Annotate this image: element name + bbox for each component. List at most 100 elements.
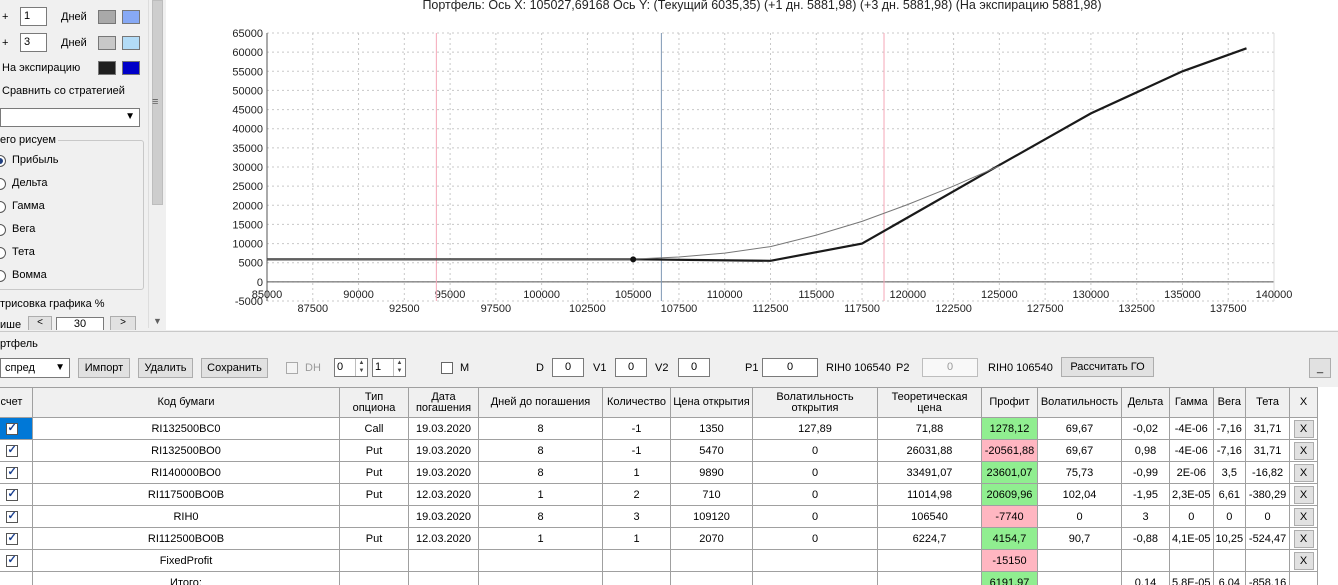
theoretical-price-cell[interactable]: 106540 (877, 505, 982, 528)
column-header[interactable]: Волатильность открытия (752, 387, 878, 418)
expiry-date-cell[interactable]: 19.03.2020 (408, 417, 479, 440)
profit-cell[interactable]: 6191,97 (981, 571, 1038, 585)
option-type-cell[interactable]: Put (339, 483, 409, 506)
volatility-cell[interactable]: 0 (1037, 505, 1122, 528)
column-header[interactable]: Код бумаги (32, 387, 340, 418)
gamma-cell[interactable]: -4E-06 (1169, 439, 1214, 462)
theoretical-price-cell[interactable]: 71,88 (877, 417, 982, 440)
vega-cell[interactable] (1212, 549, 1247, 572)
include-checkbox[interactable] (5, 487, 18, 501)
line-color-swatch[interactable] (98, 36, 116, 50)
open-price-cell[interactable]: 9890 (670, 461, 753, 484)
vega-cell[interactable]: 6,04 (1212, 571, 1247, 585)
theoretical-price-cell[interactable] (877, 571, 982, 585)
theoretical-price-cell[interactable]: 26031,88 (877, 439, 982, 462)
column-header[interactable]: Тета (1245, 387, 1291, 418)
profit-cell[interactable]: -7740 (981, 505, 1038, 528)
column-header[interactable]: Теоретическая цена (877, 387, 982, 418)
line-color-swatch[interactable] (98, 10, 116, 24)
gamma-cell[interactable] (1169, 549, 1214, 572)
volatility-cell[interactable]: 69,67 (1037, 417, 1122, 440)
spin-input-2[interactable]: 1 ▲ ▼ (372, 358, 406, 377)
theta-cell[interactable]: 31,71 (1245, 439, 1291, 462)
delta-cell[interactable]: -0,02 (1121, 417, 1170, 440)
quantity-cell[interactable] (602, 549, 671, 572)
v1-input[interactable]: 0 (615, 358, 647, 377)
quantity-cell[interactable]: -1 (602, 417, 671, 440)
volatility-cell[interactable]: 102,04 (1037, 483, 1122, 506)
include-checkbox[interactable] (5, 531, 18, 545)
expiry-date-cell[interactable]: 12.03.2020 (408, 527, 479, 550)
table-row[interactable]: RI112500BO0BPut12.03.202011207006224,741… (0, 527, 1319, 550)
open-volatility-cell[interactable]: 0 (752, 483, 878, 506)
column-header[interactable]: счет (0, 387, 33, 418)
dh-checkbox[interactable] (286, 362, 298, 374)
quantity-cell[interactable]: 1 (602, 461, 671, 484)
days-to-expiry-cell[interactable] (478, 549, 603, 572)
delete-row-button[interactable]: X (1293, 419, 1314, 438)
open-price-cell[interactable]: 1350 (670, 417, 753, 440)
table-row[interactable]: FixedProfit -15150 X (0, 549, 1319, 572)
profit-cell[interactable]: -15150 (981, 549, 1038, 572)
include-checkbox[interactable] (5, 421, 18, 435)
expiry-date-cell[interactable]: 19.03.2020 (408, 505, 479, 528)
table-row[interactable]: RI140000BO0Put19.03.2020819890033491,072… (0, 461, 1319, 484)
open-price-cell[interactable]: 109120 (670, 505, 753, 528)
expiry-fill-color-swatch[interactable] (122, 61, 140, 75)
quantity-cell[interactable]: -1 (602, 439, 671, 462)
open-price-cell[interactable] (670, 549, 753, 572)
open-volatility-cell[interactable]: 0 (752, 505, 878, 528)
minimize-button[interactable]: _ (1309, 358, 1331, 378)
column-header[interactable]: Цена открытия (670, 387, 753, 418)
theta-cell[interactable]: 0 (1245, 505, 1291, 528)
expiry-date-cell[interactable]: 12.03.2020 (408, 483, 479, 506)
delta-cell[interactable] (1121, 549, 1170, 572)
table-row[interactable]: RI117500BO0BPut12.03.202012710011014,982… (0, 483, 1319, 506)
gamma-cell[interactable]: 0 (1169, 505, 1214, 528)
theoretical-price-cell[interactable]: 6224,7 (877, 527, 982, 550)
open-volatility-cell[interactable] (752, 549, 878, 572)
calculate-margin-button[interactable]: Рассчитать ГО (1061, 357, 1154, 377)
column-header[interactable]: Тип опциона (339, 387, 409, 418)
delta-cell[interactable]: -0,99 (1121, 461, 1170, 484)
quantity-cell[interactable]: 2 (602, 483, 671, 506)
open-price-cell[interactable]: 2070 (670, 527, 753, 550)
strategy-select[interactable]: спред ▼ (0, 358, 70, 378)
vega-cell[interactable]: 3,5 (1212, 461, 1247, 484)
delta-cell[interactable]: -0,88 (1121, 527, 1170, 550)
compare-strategy-select[interactable]: ▼ (0, 108, 140, 127)
include-cell[interactable] (0, 461, 33, 484)
profit-cell[interactable]: 20609,96 (981, 483, 1038, 506)
p1-input[interactable]: 0 (762, 358, 818, 377)
scroll-down-arrow-icon[interactable]: ▼ (153, 316, 162, 326)
gamma-cell[interactable]: 4,1E-05 (1169, 527, 1214, 550)
spin-arrows-icon[interactable]: ▲ ▼ (393, 359, 405, 376)
volatility-cell[interactable] (1037, 571, 1122, 585)
open-volatility-cell[interactable]: 127,89 (752, 417, 878, 440)
column-header[interactable]: Дата погашения (408, 387, 479, 418)
table-row[interactable]: RIH019.03.2020831091200106540-774003000X (0, 505, 1319, 528)
vega-cell[interactable]: 0 (1212, 505, 1247, 528)
days-to-expiry-cell[interactable]: 1 (478, 483, 603, 506)
gamma-cell[interactable]: 2E-06 (1169, 461, 1214, 484)
include-cell[interactable] (0, 505, 33, 528)
volatility-cell[interactable]: 69,67 (1037, 439, 1122, 462)
theta-cell[interactable] (1245, 549, 1291, 572)
open-volatility-cell[interactable]: 0 (752, 527, 878, 550)
import-button[interactable]: Импорт (78, 358, 130, 378)
decrease-button[interactable]: < (28, 316, 52, 330)
delta-cell[interactable]: 0,14 (1121, 571, 1170, 585)
d-input[interactable]: 0 (552, 358, 584, 377)
spin-input-1[interactable]: 0 ▲ ▼ (334, 358, 368, 377)
days-offset-input-2[interactable]: 3 (20, 33, 47, 52)
delta-cell[interactable]: 3 (1121, 505, 1170, 528)
m-checkbox[interactable] (441, 362, 453, 374)
spin-arrows-icon[interactable]: ▲ ▼ (355, 359, 367, 376)
theoretical-price-cell[interactable]: 11014,98 (877, 483, 982, 506)
fill-color-swatch[interactable] (122, 36, 140, 50)
open-volatility-cell[interactable] (752, 571, 878, 585)
include-checkbox[interactable] (5, 553, 18, 567)
volatility-cell[interactable]: 90,7 (1037, 527, 1122, 550)
volatility-cell[interactable]: 75,73 (1037, 461, 1122, 484)
days-to-expiry-cell[interactable] (478, 571, 603, 585)
